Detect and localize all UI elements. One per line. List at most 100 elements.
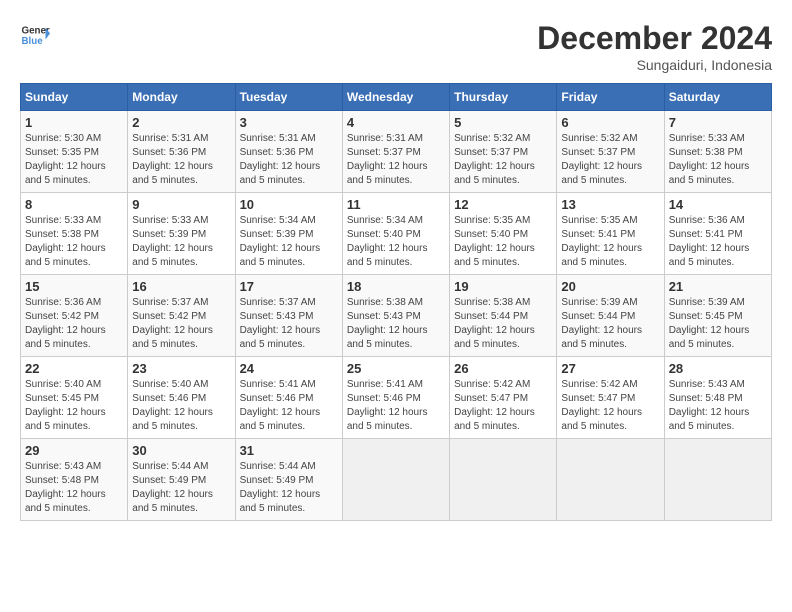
calendar-cell: 14Sunrise: 5:36 AMSunset: 5:41 PMDayligh… bbox=[664, 193, 771, 275]
calendar-cell: 4 Sunrise: 5:31 AMSunset: 5:37 PMDaylight… bbox=[342, 111, 449, 193]
weekday-header: Wednesday bbox=[342, 84, 449, 111]
calendar-cell: 23 Sunrise: 5:40 AMSunset: 5:46 PMDayligh… bbox=[128, 357, 235, 439]
day-number: 10 bbox=[240, 197, 338, 212]
calendar-cell: 31 Sunrise: 5:44 AMSunset: 5:49 PMDayligh… bbox=[235, 439, 342, 521]
calendar-cell bbox=[450, 439, 557, 521]
day-number: 16 bbox=[132, 279, 230, 294]
calendar-cell: 30 Sunrise: 5:44 AMSunset: 5:49 PMDayligh… bbox=[128, 439, 235, 521]
day-number: 31 bbox=[240, 443, 338, 458]
calendar-table: SundayMondayTuesdayWednesdayThursdayFrid… bbox=[20, 83, 772, 521]
day-detail: Sunrise: 5:44 AMSunset: 5:49 PMDaylight:… bbox=[132, 460, 230, 516]
weekday-header: Monday bbox=[128, 84, 235, 111]
day-detail: Sunrise: 5:43 AMSunset: 5:48 PMDaylight:… bbox=[25, 460, 123, 516]
day-number: 7 bbox=[669, 115, 767, 130]
day-number: 6 bbox=[561, 115, 659, 130]
day-detail: Sunrise: 5:41 AMSunset: 5:46 PMDaylight:… bbox=[240, 378, 338, 434]
calendar-cell bbox=[664, 439, 771, 521]
calendar-cell: 1Sunrise: 5:30 AMSunset: 5:35 PMDaylight… bbox=[21, 111, 128, 193]
calendar-cell: 26 Sunrise: 5:42 AMSunset: 5:47 PMDayligh… bbox=[450, 357, 557, 439]
calendar-week-row: 29 Sunrise: 5:43 AMSunset: 5:48 PMDayligh… bbox=[21, 439, 772, 521]
day-detail: Sunrise: 5:34 AMSunset: 5:39 PMDaylight:… bbox=[240, 214, 338, 270]
calendar-cell: 16Sunrise: 5:37 AMSunset: 5:42 PMDayligh… bbox=[128, 275, 235, 357]
day-number: 14 bbox=[669, 197, 767, 212]
day-number: 20 bbox=[561, 279, 659, 294]
calendar-cell: 29 Sunrise: 5:43 AMSunset: 5:48 PMDayligh… bbox=[21, 439, 128, 521]
calendar-cell: 21 Sunrise: 5:39 AMSunset: 5:45 PMDayligh… bbox=[664, 275, 771, 357]
weekday-header: Saturday bbox=[664, 84, 771, 111]
weekday-header: Sunday bbox=[21, 84, 128, 111]
day-number: 27 bbox=[561, 361, 659, 376]
calendar-cell: 13 Sunrise: 5:35 AMSunset: 5:41 PMDayligh… bbox=[557, 193, 664, 275]
calendar-week-row: 8Sunrise: 5:33 AMSunset: 5:38 PMDaylight… bbox=[21, 193, 772, 275]
day-number: 30 bbox=[132, 443, 230, 458]
day-detail: Sunrise: 5:33 AMSunset: 5:39 PMDaylight:… bbox=[132, 214, 230, 270]
day-number: 8 bbox=[25, 197, 123, 212]
day-detail: Sunrise: 5:36 AMSunset: 5:42 PMDaylight:… bbox=[25, 296, 123, 352]
calendar-cell: 6 Sunrise: 5:32 AMSunset: 5:37 PMDaylight… bbox=[557, 111, 664, 193]
day-number: 22 bbox=[25, 361, 123, 376]
day-detail: Sunrise: 5:32 AMSunset: 5:37 PMDaylight:… bbox=[561, 132, 659, 188]
calendar-cell: 27 Sunrise: 5:42 AMSunset: 5:47 PMDayligh… bbox=[557, 357, 664, 439]
day-number: 23 bbox=[132, 361, 230, 376]
calendar-cell: 10 Sunrise: 5:34 AMSunset: 5:39 PMDayligh… bbox=[235, 193, 342, 275]
header-row: SundayMondayTuesdayWednesdayThursdayFrid… bbox=[21, 84, 772, 111]
day-detail: Sunrise: 5:40 AMSunset: 5:46 PMDaylight:… bbox=[132, 378, 230, 434]
day-detail: Sunrise: 5:34 AMSunset: 5:40 PMDaylight:… bbox=[347, 214, 445, 270]
day-number: 29 bbox=[25, 443, 123, 458]
day-number: 21 bbox=[669, 279, 767, 294]
day-detail: Sunrise: 5:42 AMSunset: 5:47 PMDaylight:… bbox=[561, 378, 659, 434]
day-number: 4 bbox=[347, 115, 445, 130]
calendar-cell: 7Sunrise: 5:33 AMSunset: 5:38 PMDaylight… bbox=[664, 111, 771, 193]
calendar-cell bbox=[342, 439, 449, 521]
day-detail: Sunrise: 5:44 AMSunset: 5:49 PMDaylight:… bbox=[240, 460, 338, 516]
day-number: 25 bbox=[347, 361, 445, 376]
day-detail: Sunrise: 5:38 AMSunset: 5:44 PMDaylight:… bbox=[454, 296, 552, 352]
day-detail: Sunrise: 5:40 AMSunset: 5:45 PMDaylight:… bbox=[25, 378, 123, 434]
logo: General Blue bbox=[20, 20, 50, 50]
day-detail: Sunrise: 5:37 AMSunset: 5:43 PMDaylight:… bbox=[240, 296, 338, 352]
day-detail: Sunrise: 5:35 AMSunset: 5:40 PMDaylight:… bbox=[454, 214, 552, 270]
day-detail: Sunrise: 5:41 AMSunset: 5:46 PMDaylight:… bbox=[347, 378, 445, 434]
day-number: 15 bbox=[25, 279, 123, 294]
calendar-week-row: 15 Sunrise: 5:36 AMSunset: 5:42 PMDayligh… bbox=[21, 275, 772, 357]
day-detail: Sunrise: 5:42 AMSunset: 5:47 PMDaylight:… bbox=[454, 378, 552, 434]
day-number: 11 bbox=[347, 197, 445, 212]
day-number: 1 bbox=[25, 115, 123, 130]
calendar-cell: 20Sunrise: 5:39 AMSunset: 5:44 PMDayligh… bbox=[557, 275, 664, 357]
calendar-cell: 24 Sunrise: 5:41 AMSunset: 5:46 PMDayligh… bbox=[235, 357, 342, 439]
month-title: December 2024 bbox=[537, 20, 772, 57]
day-number: 26 bbox=[454, 361, 552, 376]
weekday-header: Tuesday bbox=[235, 84, 342, 111]
day-number: 12 bbox=[454, 197, 552, 212]
day-detail: Sunrise: 5:35 AMSunset: 5:41 PMDaylight:… bbox=[561, 214, 659, 270]
weekday-header: Friday bbox=[557, 84, 664, 111]
calendar-cell: 28Sunrise: 5:43 AMSunset: 5:48 PMDayligh… bbox=[664, 357, 771, 439]
calendar-cell: 12 Sunrise: 5:35 AMSunset: 5:40 PMDayligh… bbox=[450, 193, 557, 275]
calendar-cell: 9Sunrise: 5:33 AMSunset: 5:39 PMDaylight… bbox=[128, 193, 235, 275]
calendar-cell: 15 Sunrise: 5:36 AMSunset: 5:42 PMDayligh… bbox=[21, 275, 128, 357]
calendar-week-row: 1Sunrise: 5:30 AMSunset: 5:35 PMDaylight… bbox=[21, 111, 772, 193]
location-subtitle: Sungaiduri, Indonesia bbox=[537, 57, 772, 73]
calendar-cell bbox=[557, 439, 664, 521]
day-detail: Sunrise: 5:43 AMSunset: 5:48 PMDaylight:… bbox=[669, 378, 767, 434]
day-number: 19 bbox=[454, 279, 552, 294]
svg-text:Blue: Blue bbox=[22, 36, 44, 47]
weekday-header: Thursday bbox=[450, 84, 557, 111]
calendar-cell: 8Sunrise: 5:33 AMSunset: 5:38 PMDaylight… bbox=[21, 193, 128, 275]
calendar-cell: 11 Sunrise: 5:34 AMSunset: 5:40 PMDayligh… bbox=[342, 193, 449, 275]
day-detail: Sunrise: 5:38 AMSunset: 5:43 PMDaylight:… bbox=[347, 296, 445, 352]
day-detail: Sunrise: 5:31 AMSunset: 5:36 PMDaylight:… bbox=[132, 132, 230, 188]
calendar-cell: 18Sunrise: 5:38 AMSunset: 5:43 PMDayligh… bbox=[342, 275, 449, 357]
day-detail: Sunrise: 5:31 AMSunset: 5:37 PMDaylight:… bbox=[347, 132, 445, 188]
calendar-cell: 22 Sunrise: 5:40 AMSunset: 5:45 PMDayligh… bbox=[21, 357, 128, 439]
calendar-cell: 5Sunrise: 5:32 AMSunset: 5:37 PMDaylight… bbox=[450, 111, 557, 193]
day-detail: Sunrise: 5:31 AMSunset: 5:36 PMDaylight:… bbox=[240, 132, 338, 188]
calendar-cell: 2 Sunrise: 5:31 AMSunset: 5:36 PMDaylight… bbox=[128, 111, 235, 193]
day-number: 24 bbox=[240, 361, 338, 376]
day-number: 2 bbox=[132, 115, 230, 130]
day-number: 13 bbox=[561, 197, 659, 212]
day-detail: Sunrise: 5:39 AMSunset: 5:45 PMDaylight:… bbox=[669, 296, 767, 352]
logo-icon: General Blue bbox=[20, 20, 50, 50]
title-block: December 2024 Sungaiduri, Indonesia bbox=[537, 20, 772, 73]
day-number: 17 bbox=[240, 279, 338, 294]
